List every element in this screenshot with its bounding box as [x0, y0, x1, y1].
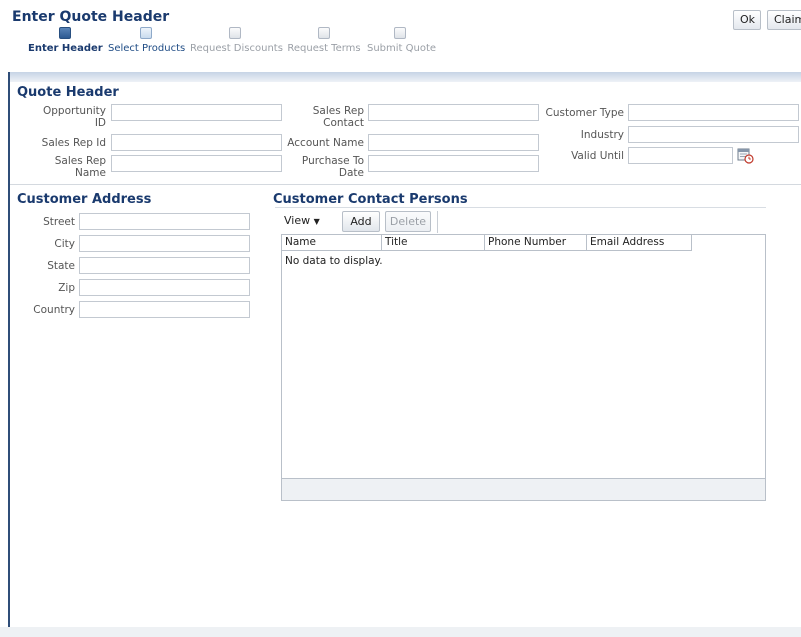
zip-label: Zip: [58, 282, 75, 294]
sales-rep-id-field[interactable]: [111, 134, 282, 151]
account-name-field[interactable]: [368, 134, 539, 151]
ok-button[interactable]: Ok: [733, 10, 761, 30]
calendar-icon[interactable]: [737, 147, 754, 164]
table-footer: [282, 478, 765, 500]
view-menu-label: View: [284, 214, 311, 227]
street-field[interactable]: [79, 213, 250, 230]
valid-until-label: Valid Until: [571, 150, 624, 162]
add-contact-button[interactable]: Add: [342, 211, 380, 232]
page-footer-band: [0, 627, 801, 637]
table-empty-message: No data to display.: [285, 255, 383, 267]
train-stop-request-terms: Request Terms: [287, 27, 361, 54]
account-name-label: Account Name: [287, 137, 364, 149]
column-header-email-address[interactable]: Email Address: [587, 235, 692, 251]
sales-rep-id-label: Sales Rep Id: [41, 137, 106, 149]
train-stop-label: Request Terms: [287, 43, 361, 54]
section-divider: [10, 184, 801, 185]
train-stop-label: Enter Header: [28, 43, 103, 54]
train-stop-marker-icon: [394, 27, 406, 39]
process-train: Enter Header Select Products Request Dis…: [0, 27, 480, 63]
chevron-down-icon: ▼: [313, 217, 320, 226]
sales-rep-name-field[interactable]: [111, 155, 282, 172]
train-stop-marker-icon: [59, 27, 71, 39]
sales-rep-contact-field[interactable]: [368, 104, 539, 121]
state-label: State: [47, 260, 75, 272]
view-menu[interactable]: View ▼: [284, 211, 320, 231]
train-stop-marker-icon: [140, 27, 152, 39]
zip-field[interactable]: [79, 279, 250, 296]
city-field[interactable]: [79, 235, 250, 252]
contacts-title-rule: [275, 207, 766, 208]
customer-type-label: Customer Type: [545, 107, 624, 119]
claim-button[interactable]: Claim: [767, 10, 801, 30]
country-field[interactable]: [79, 301, 250, 318]
train-stop-label: Request Discounts: [190, 43, 283, 54]
valid-until-field[interactable]: [628, 147, 733, 164]
contacts-table: Name Title Phone Number Email Address No…: [281, 234, 766, 501]
state-field[interactable]: [79, 257, 250, 274]
column-header-title[interactable]: Title: [382, 235, 485, 251]
opportunity-id-field[interactable]: [111, 104, 282, 121]
train-stop-label: Submit Quote: [367, 43, 437, 54]
section-header-band: [10, 72, 801, 82]
sales-rep-contact-label: Sales Rep Contact: [312, 105, 364, 129]
street-label: Street: [43, 216, 75, 228]
sales-rep-name-label: Sales Rep Name: [54, 155, 106, 179]
toolbar-separator: [437, 211, 438, 233]
train-stop-marker-icon: [318, 27, 330, 39]
page-title: Enter Quote Header: [12, 9, 170, 25]
train-stop-enter-header[interactable]: Enter Header: [28, 27, 103, 54]
industry-field[interactable]: [628, 126, 799, 143]
train-stop-marker-icon: [229, 27, 241, 39]
opportunity-id-label: Opportunity ID: [42, 105, 106, 129]
train-stop-request-discounts: Request Discounts: [190, 27, 283, 54]
country-label: Country: [33, 304, 75, 316]
customer-address-title: Customer Address: [17, 192, 152, 207]
train-stop-submit-quote: Submit Quote: [367, 27, 437, 54]
delete-contact-button[interactable]: Delete: [385, 211, 431, 232]
quote-header-title: Quote Header: [17, 85, 119, 100]
city-label: City: [54, 238, 75, 250]
column-header-phone-number[interactable]: Phone Number: [485, 235, 587, 251]
column-header-name[interactable]: Name: [282, 235, 382, 251]
table-header-row: Name Title Phone Number Email Address: [282, 235, 692, 251]
purchase-to-date-label: Purchase To Date: [301, 155, 364, 179]
purchase-to-date-field[interactable]: [368, 155, 539, 172]
train-stop-select-products[interactable]: Select Products: [108, 27, 186, 54]
industry-label: Industry: [580, 129, 624, 141]
train-stop-label: Select Products: [108, 43, 186, 54]
customer-type-field[interactable]: [628, 104, 799, 121]
page-left-border: [8, 72, 10, 637]
customer-contacts-title: Customer Contact Persons: [273, 192, 468, 207]
